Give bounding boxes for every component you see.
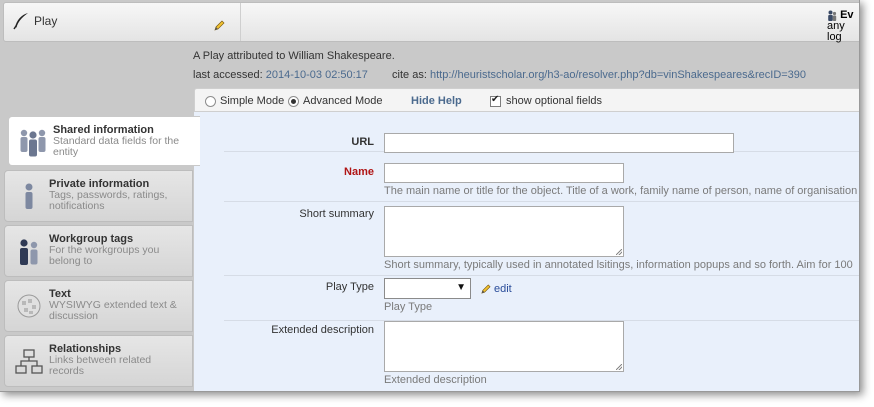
field-row-play-type: Play Type ▼ edit Play Type (224, 276, 859, 321)
simple-mode-label: Simple Mode (220, 95, 285, 107)
last-accessed-label: last accessed: (193, 69, 263, 81)
user-info[interactable]: Ev any log (827, 10, 859, 43)
show-optional-label: show optional fields (506, 95, 603, 107)
tab-description: Standard data fields for the entity (53, 135, 180, 158)
advanced-mode-radio[interactable] (288, 95, 299, 107)
hide-help-button[interactable]: Hide Help (411, 95, 462, 107)
last-accessed-value: 2014-10-03 02:50:17 (265, 69, 368, 81)
field-row-name: Name The main name or title for the obje… (224, 154, 859, 202)
extended-description-textarea[interactable] (384, 321, 624, 372)
hierarchy-icon (15, 349, 43, 374)
header-divider (240, 3, 241, 41)
pencil-icon (481, 283, 491, 294)
tab-workgroup-tags[interactable]: Workgroup tags For the workgroups you be… (4, 225, 193, 277)
edit-link-label: edit (494, 283, 512, 295)
person-icon (25, 183, 33, 209)
short-summary-help-text: Short summary, typically used in annotat… (384, 259, 853, 271)
play-type-select[interactable]: ▼ (384, 278, 471, 299)
simple-mode-option[interactable]: Simple Mode (205, 95, 284, 107)
name-label: Name (344, 166, 374, 178)
short-summary-label: Short summary (299, 208, 374, 220)
tab-description: For the workgroups you belong to (49, 244, 160, 267)
show-optional-checkbox[interactable] (490, 94, 501, 107)
tab-description: Links between related records (49, 354, 152, 377)
quill-icon (13, 13, 28, 30)
field-row-short-summary: Short summary Short summary, typically u… (224, 202, 859, 276)
url-label: URL (351, 136, 374, 148)
record-description: A Play attributed to William Shakespeare… (193, 50, 395, 62)
cite-url-link[interactable]: http://heuristscholar.org/h3-ao/resolver… (430, 69, 806, 81)
name-help-text: The main name or title for the object. T… (384, 185, 858, 197)
advanced-mode-option[interactable]: Advanced Mode (288, 95, 383, 107)
wiki-globe-icon (17, 294, 41, 318)
tab-description: WYSIWYG extended text & discussion (49, 299, 177, 322)
field-row-extended-description: Extended description Extended descriptio… (224, 321, 859, 391)
workgroup-icon (20, 239, 38, 265)
cite-label: cite as: (392, 69, 427, 81)
tab-shared-information[interactable]: Shared information Standard data fields … (8, 116, 200, 166)
tab-private-information[interactable]: Private information Tags, passwords, rat… (4, 170, 193, 222)
extended-description-label: Extended description (271, 324, 374, 336)
play-type-label: Play Type (325, 281, 374, 293)
group-icon (20, 129, 46, 157)
field-row-url: URL (224, 122, 859, 153)
user-status: any log (827, 20, 845, 43)
extended-description-help-text: Extended description (384, 374, 487, 386)
record-type-label: Play (34, 14, 58, 28)
name-input[interactable] (384, 163, 624, 183)
simple-mode-radio[interactable] (205, 95, 216, 107)
tab-text[interactable]: Text WYSIWYG extended text & discussion (4, 280, 193, 332)
dropdown-arrow-icon: ▼ (456, 282, 466, 293)
play-type-help-text: Play Type (384, 301, 433, 313)
show-optional-option[interactable]: show optional fields (490, 94, 603, 107)
short-summary-textarea[interactable] (384, 206, 624, 257)
record-type-title: Play (12, 12, 57, 30)
shared-information-form: URL Name The main name or title for the … (194, 112, 859, 391)
advanced-mode-label: Advanced Mode (303, 95, 383, 107)
record-meta: last accessed: 2014-10-03 02:50:17 cite … (193, 69, 806, 81)
record-editor-window: Play Ev any log A Play attributed to Wil… (0, 0, 860, 392)
url-input[interactable] (384, 133, 734, 153)
edit-record-type-pencil-icon[interactable] (213, 20, 225, 32)
record-header: Play Ev any log (3, 2, 859, 43)
play-type-edit-link[interactable]: edit (480, 283, 512, 295)
mode-toolbar: Simple Mode Advanced Mode Hide Help show… (194, 88, 859, 112)
tab-description: Tags, passwords, ratings, notifications (49, 189, 168, 212)
tab-relationships[interactable]: Relationships Links between related reco… (4, 335, 193, 387)
